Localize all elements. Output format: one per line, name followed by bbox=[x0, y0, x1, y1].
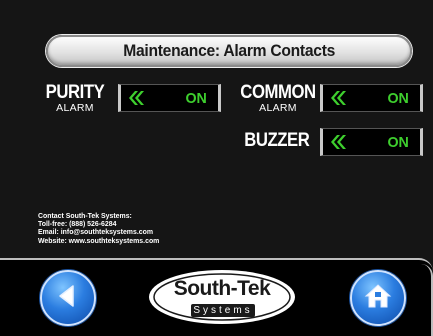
back-arrow-icon bbox=[54, 282, 82, 315]
logo-line1: South-Tek bbox=[173, 277, 271, 300]
contact-line-website: Website: www.southteksystems.com bbox=[38, 235, 160, 245]
double-chevron-left-icon bbox=[323, 85, 353, 111]
common-toggle-state: ON bbox=[387, 89, 409, 107]
contact-info: Contact South-Tek Systems: Toll-free: (8… bbox=[38, 211, 166, 245]
buzzer-label: BUZZER bbox=[240, 131, 310, 150]
purity-alarm-toggle[interactable]: ON bbox=[118, 84, 221, 112]
page-title-bar: Maintenance: Alarm Contacts bbox=[46, 35, 412, 67]
buzzer-toggle[interactable]: ON bbox=[320, 128, 423, 156]
double-chevron-left-icon bbox=[323, 129, 353, 155]
home-icon bbox=[362, 280, 394, 317]
maintenance-screen: Maintenance: Alarm Contacts PURITY ALARM… bbox=[0, 0, 433, 336]
buzzer-label-main: BUZZER bbox=[244, 130, 310, 151]
purity-alarm-label: PURITY ALARM bbox=[38, 83, 112, 114]
double-chevron-left-icon bbox=[121, 85, 151, 111]
back-button[interactable] bbox=[40, 270, 96, 326]
page-title: Maintenance: Alarm Contacts bbox=[123, 41, 335, 60]
purity-label-main: PURITY bbox=[45, 82, 105, 103]
purity-label-sub: ALARM bbox=[56, 102, 94, 114]
south-tek-logo: South-Tek Systems bbox=[147, 268, 297, 326]
home-button[interactable] bbox=[350, 270, 406, 326]
buzzer-toggle-state: ON bbox=[387, 133, 409, 151]
logo-line2: Systems bbox=[191, 304, 255, 317]
common-alarm-toggle[interactable]: ON bbox=[320, 84, 423, 112]
purity-toggle-state: ON bbox=[185, 89, 207, 107]
common-label-main: COMMON bbox=[240, 82, 316, 103]
common-alarm-label: COMMON ALARM bbox=[233, 83, 323, 114]
common-label-sub: ALARM bbox=[259, 102, 297, 114]
